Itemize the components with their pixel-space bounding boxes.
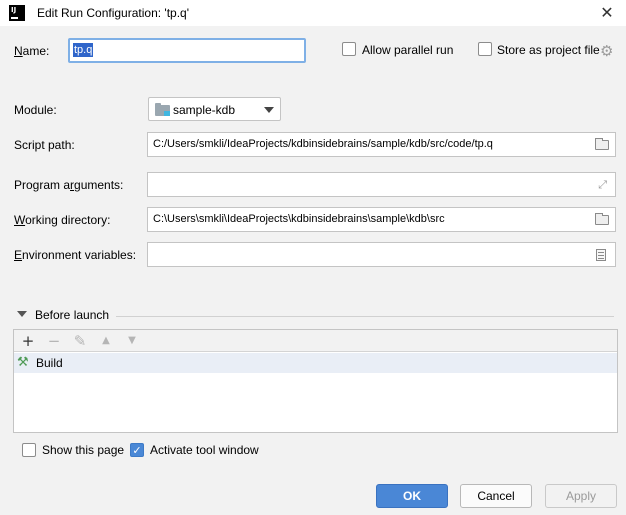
name-input[interactable]: tp.q bbox=[68, 38, 306, 63]
working-directory-label: Working directory: bbox=[14, 213, 111, 227]
edit-icon[interactable]: ✎ bbox=[70, 331, 90, 351]
activate-tool-window-label: Activate tool window bbox=[150, 443, 259, 457]
intellij-app-icon: IJ bbox=[9, 5, 25, 21]
script-path-value: C:/Users/smkli/IdeaProjects/kdbinsidebra… bbox=[153, 138, 493, 150]
module-dropdown-value: sample-kdb bbox=[173, 103, 236, 117]
store-as-project-file-checkbox[interactable] bbox=[478, 42, 492, 56]
script-path-label: Script path: bbox=[14, 138, 75, 152]
store-as-project-file-label: Store as project file bbox=[497, 43, 600, 57]
program-arguments-field[interactable]: ⤢ bbox=[147, 172, 616, 197]
move-down-icon[interactable]: ▼ bbox=[122, 331, 142, 351]
name-input-value: tp.q bbox=[73, 43, 94, 57]
remove-icon[interactable]: − bbox=[44, 331, 64, 351]
collapse-arrow-icon[interactable] bbox=[17, 311, 27, 317]
show-this-page-label: Show this page bbox=[42, 443, 125, 457]
window-title: Edit Run Configuration: 'tp.q' bbox=[37, 6, 190, 20]
edit-document-icon[interactable] bbox=[596, 249, 606, 261]
working-directory-value: C:\Users\smkli\IdeaProjects\kdbinsidebra… bbox=[153, 213, 445, 225]
move-up-icon[interactable]: ▲ bbox=[96, 331, 116, 351]
environment-variables-label: Environment variables: bbox=[14, 248, 137, 262]
script-path-field[interactable]: C:/Users/smkli/IdeaProjects/kdbinsidebra… bbox=[147, 132, 616, 157]
expand-icon[interactable]: ⤢ bbox=[598, 178, 607, 192]
allow-parallel-run-checkbox[interactable] bbox=[342, 42, 356, 56]
environment-variables-field[interactable] bbox=[147, 242, 616, 267]
module-folder-icon bbox=[155, 103, 170, 116]
list-item[interactable]: ⚒ Build bbox=[14, 353, 617, 373]
before-launch-title[interactable]: Before launch bbox=[35, 308, 109, 322]
section-divider bbox=[116, 316, 614, 317]
gear-icon[interactable]: ⚙ bbox=[600, 42, 613, 60]
add-icon[interactable]: + bbox=[18, 331, 38, 351]
working-directory-field[interactable]: C:\Users\smkli\IdeaProjects\kdbinsidebra… bbox=[147, 207, 616, 232]
module-label: Module: bbox=[14, 103, 57, 117]
before-launch-toolbar: + − ✎ ▲ ▼ bbox=[14, 330, 617, 352]
browse-folder-icon[interactable] bbox=[595, 138, 609, 150]
program-arguments-label: Program arguments: bbox=[14, 178, 124, 192]
cancel-button[interactable]: Cancel bbox=[460, 484, 532, 508]
ok-button[interactable]: OK bbox=[376, 484, 448, 508]
module-dropdown[interactable]: sample-kdb bbox=[148, 97, 281, 121]
close-icon[interactable]: ✕ bbox=[596, 2, 618, 24]
apply-button[interactable]: Apply bbox=[545, 484, 617, 508]
allow-parallel-run-label: Allow parallel run bbox=[362, 43, 454, 57]
name-label: Name: bbox=[14, 44, 50, 58]
show-this-page-checkbox[interactable] bbox=[22, 443, 36, 457]
browse-folder-icon[interactable] bbox=[595, 213, 609, 225]
list-item-label: Build bbox=[36, 356, 63, 370]
hammer-icon: ⚒ bbox=[17, 355, 29, 370]
chevron-down-icon bbox=[264, 107, 274, 113]
activate-tool-window-checkbox[interactable]: ✓ bbox=[130, 443, 144, 457]
